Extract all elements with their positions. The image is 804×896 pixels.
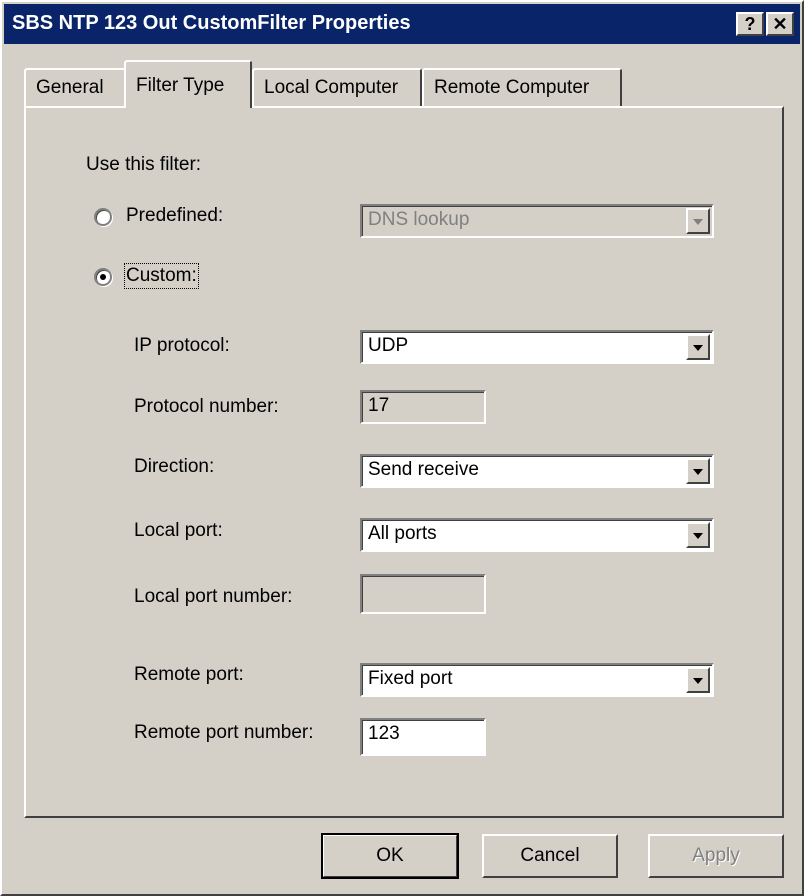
ip-protocol-label: IP protocol: xyxy=(134,335,230,356)
tab-local-computer[interactable]: Local Computer xyxy=(252,68,422,106)
predefined-value: DNS lookup xyxy=(368,209,470,230)
tab-remote-computer[interactable]: Remote Computer xyxy=(422,68,622,106)
chevron-down-icon[interactable] xyxy=(686,522,710,548)
chevron-down-icon[interactable] xyxy=(686,334,710,360)
predefined-radio[interactable] xyxy=(94,208,112,226)
predefined-label[interactable]: Predefined: xyxy=(126,205,223,227)
help-button[interactable]: ? xyxy=(736,12,764,36)
custom-label[interactable]: Custom: xyxy=(124,263,199,289)
apply-button[interactable]: Apply xyxy=(648,834,784,878)
close-button[interactable]: ✕ xyxy=(766,12,794,36)
remote-port-value: Fixed port xyxy=(368,668,453,689)
local-port-label: Local port: xyxy=(134,520,223,541)
properties-dialog: SBS NTP 123 Out CustomFilter Properties … xyxy=(0,0,804,896)
ip-protocol-value: UDP xyxy=(368,335,409,356)
remote-port-number-field[interactable]: 123 xyxy=(360,718,486,756)
custom-radio[interactable] xyxy=(94,268,112,286)
remote-port-dropdown[interactable]: Fixed port xyxy=(360,663,714,697)
predefined-dropdown: DNS lookup xyxy=(360,204,714,238)
tab-general[interactable]: General xyxy=(24,68,128,106)
direction-value: Send receive xyxy=(368,459,479,480)
chevron-down-icon[interactable] xyxy=(686,667,710,693)
local-port-dropdown[interactable]: All ports xyxy=(360,518,714,552)
tab-filter-type[interactable]: Filter Type xyxy=(124,60,252,108)
ok-button[interactable]: OK xyxy=(321,833,459,879)
cancel-button[interactable]: Cancel xyxy=(482,834,618,878)
use-filter-heading: Use this filter: xyxy=(86,154,202,175)
ip-protocol-dropdown[interactable]: UDP xyxy=(360,330,714,364)
filter-type-panel: Use this filter: Predefined: DNS lookup … xyxy=(24,106,784,818)
protocol-number-field: 17 xyxy=(360,390,486,424)
remote-port-label: Remote port: xyxy=(134,664,244,685)
window-title: SBS NTP 123 Out CustomFilter Properties xyxy=(12,12,411,34)
direction-dropdown[interactable]: Send receive xyxy=(360,454,714,488)
chevron-down-icon xyxy=(686,208,710,234)
local-port-number-label: Local port number: xyxy=(134,586,293,607)
direction-label: Direction: xyxy=(134,456,215,477)
remote-port-number-label: Remote port number: xyxy=(134,722,314,743)
local-port-value: All ports xyxy=(368,523,437,544)
title-bar[interactable]: SBS NTP 123 Out CustomFilter Properties … xyxy=(4,4,800,44)
chevron-down-icon[interactable] xyxy=(686,458,710,484)
local-port-number-field xyxy=(360,574,486,614)
protocol-number-label: Protocol number: xyxy=(134,396,279,417)
